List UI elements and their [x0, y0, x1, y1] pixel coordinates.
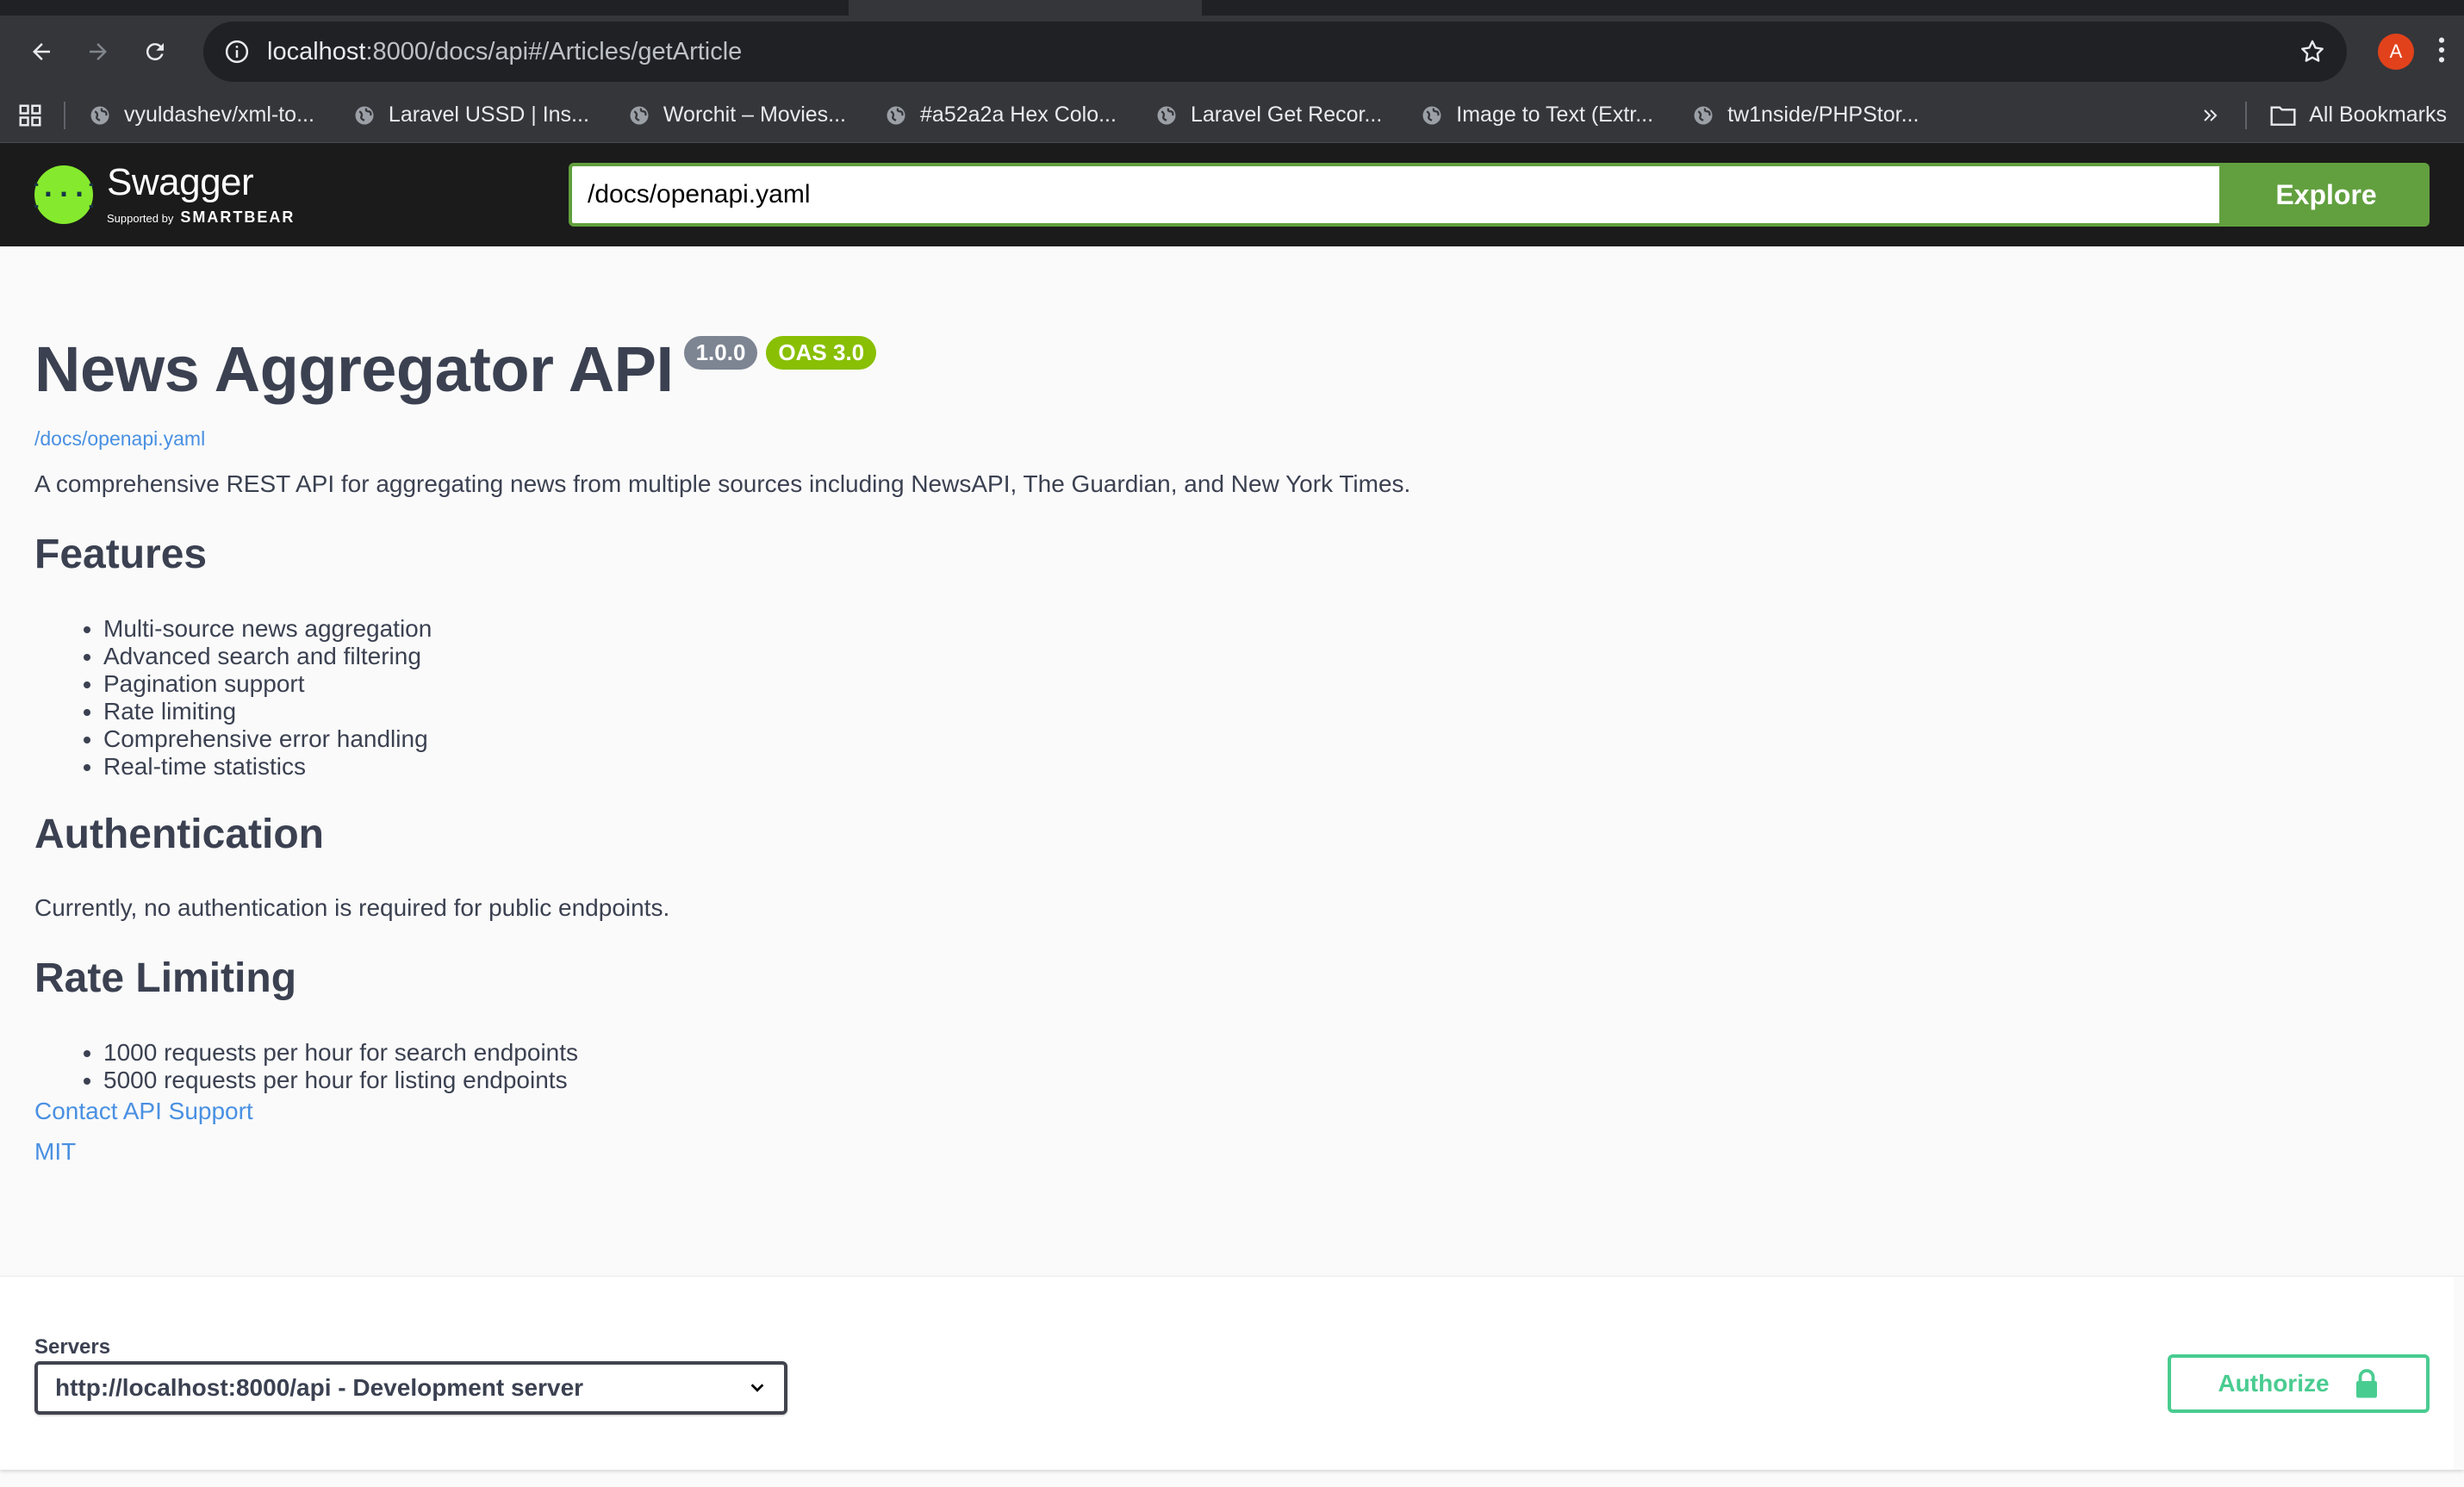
swagger-logo-icon: {···} [34, 165, 93, 224]
rate-limit-item: 5000 requests per hour for listing endpo… [103, 1067, 578, 1094]
swagger-logo-sub: Supported by SMARTBEAR [107, 208, 295, 227]
spec-url-input[interactable]: /docs/openapi.yaml [569, 163, 2223, 227]
address-bar[interactable]: localhost:8000/docs/api#/Articles/getArt… [203, 22, 2347, 82]
servers-label: Servers [34, 1335, 111, 1359]
url-path: :8000/docs/api#/Articles/getArticle [365, 37, 743, 65]
bookmark-label: Worchit – Movies... [663, 103, 847, 127]
svg-text:{···}: {···} [34, 180, 93, 210]
lock-icon [2355, 1369, 2377, 1398]
feature-item: Multi-source news aggregation [103, 615, 432, 643]
reload-icon [146, 43, 164, 61]
bookmark-item[interactable]: Laravel Get Recor... [1154, 103, 1382, 128]
bookmarks-right: All Bookmarks [2200, 101, 2447, 129]
authentication-heading: Authentication [34, 812, 324, 857]
feature-item: Real-time statistics [103, 753, 432, 781]
browser-toolbar: localhost:8000/docs/api#/Articles/getArt… [0, 16, 2464, 88]
api-title: News Aggregator API [34, 333, 674, 405]
bookmark-label: tw1nside/PHPStor... [1727, 103, 1920, 127]
bookmark-label: vyuldashev/xml-to... [124, 103, 314, 127]
bookmark-item[interactable]: vyuldashev/xml-to... [88, 103, 314, 128]
arrow-left-icon [33, 43, 50, 60]
chevron-down-icon [750, 1384, 764, 1392]
oas-badge: OAS 3.0 [766, 336, 877, 370]
bookmark-item[interactable]: Image to Text (Extr... [1420, 103, 1653, 128]
back-button[interactable] [17, 28, 65, 76]
globe-icon [355, 106, 374, 124]
contact-link[interactable]: Contact API Support [34, 1098, 253, 1125]
star-icon[interactable] [2299, 38, 2326, 65]
bookmarks-separator [64, 101, 65, 129]
title-row: News Aggregator API 1.0.0 OAS 3.0 [34, 333, 877, 406]
bookmark-label: #a52a2a Hex Colo... [920, 103, 1117, 127]
folder-icon [2270, 105, 2296, 126]
servers-selected-value: http://localhost:8000/api - Development … [55, 1374, 584, 1401]
supported-by-text: Supported by [107, 211, 174, 225]
feature-item: Pagination support [103, 670, 432, 698]
active-tab[interactable] [849, 0, 1202, 16]
more-vert-icon [2438, 37, 2445, 62]
authorize-label: Authorize [2218, 1370, 2330, 1397]
bookmark-item[interactable]: #a52a2a Hex Colo... [884, 103, 1117, 128]
chevron-double-right-icon[interactable] [2200, 105, 2221, 126]
authorize-button[interactable]: Authorize [2168, 1354, 2430, 1413]
rate-limiting-list: 1000 requests per hour for search endpoi… [103, 1039, 578, 1094]
spec-link[interactable]: /docs/openapi.yaml [34, 427, 205, 451]
version-badge: 1.0.0 [683, 336, 758, 370]
all-bookmarks-label: All Bookmarks [2309, 103, 2447, 127]
bookmark-item[interactable]: Laravel USSD | Ins... [352, 103, 589, 128]
rate-limit-item: 1000 requests per hour for search endpoi… [103, 1039, 578, 1067]
globe-icon [887, 106, 905, 124]
site-info-icon[interactable] [224, 39, 250, 65]
url-host: localhost [267, 37, 366, 65]
bookmarks-separator-right [2245, 101, 2248, 129]
apps-grid-icon[interactable] [17, 103, 43, 128]
swagger-logo[interactable]: {···} Swagger Supported by SMARTBEAR [34, 160, 569, 227]
reload-button[interactable] [131, 28, 179, 76]
forward-button[interactable] [74, 28, 122, 76]
bookmark-label: Image to Text (Extr... [1456, 103, 1654, 127]
browser-menu-button[interactable] [2436, 35, 2447, 69]
features-list: Multi-source news aggregationAdvanced se… [103, 615, 432, 781]
bookmark-item[interactable]: Worchit – Movies... [627, 103, 846, 128]
all-bookmarks-button[interactable]: All Bookmarks [2269, 103, 2447, 128]
scheme-container: Servers http://localhost:8000/api - Deve… [0, 1276, 2464, 1470]
feature-item: Advanced search and filtering [103, 643, 432, 670]
globe-icon [1422, 106, 1441, 124]
servers-select[interactable]: http://localhost:8000/api - Development … [34, 1361, 787, 1415]
api-info: News Aggregator API 1.0.0 OAS 3.0 /docs/… [0, 246, 2464, 1276]
profile-avatar[interactable]: A [2378, 34, 2414, 70]
explore-button[interactable]: Explore [2223, 163, 2430, 227]
feature-item: Rate limiting [103, 698, 432, 725]
bookmark-label: Laravel USSD | Ins... [388, 103, 589, 127]
bookmark-item[interactable]: tw1nside/PHPStor... [1691, 103, 1919, 128]
address-url[interactable]: localhost:8000/docs/api#/Articles/getArt… [267, 38, 2299, 66]
swagger-logo-name: Swagger [107, 160, 254, 203]
globe-icon [1157, 106, 1176, 124]
bookmark-list: vyuldashev/xml-to... Laravel USSD | Ins..… [88, 103, 1957, 128]
rate-limiting-heading: Rate Limiting [34, 955, 297, 1001]
globe-icon [1694, 106, 1713, 124]
features-heading: Features [34, 532, 208, 577]
license-link[interactable]: MIT [34, 1138, 76, 1166]
swagger-topbar: {···} Swagger Supported by SMARTBEAR /doc… [0, 143, 2464, 246]
api-description: A comprehensive REST API for aggregating… [34, 470, 1411, 497]
feature-item: Comprehensive error handling [103, 725, 432, 753]
bookmarks-bar: vyuldashev/xml-to... Laravel USSD | Ins..… [0, 88, 2464, 143]
scrollbar[interactable] [2454, 1277, 2464, 1470]
smartbear-text: SMARTBEAR [180, 208, 296, 226]
authentication-text: Currently, no authentication is required… [34, 894, 670, 921]
globe-icon [90, 106, 109, 124]
swagger-logo-text: Swagger Supported by SMARTBEAR [107, 160, 295, 227]
arrow-right-icon [90, 43, 107, 60]
browser-tabstrip [0, 0, 2464, 16]
globe-icon [630, 106, 649, 124]
bookmark-label: Laravel Get Recor... [1190, 103, 1383, 127]
